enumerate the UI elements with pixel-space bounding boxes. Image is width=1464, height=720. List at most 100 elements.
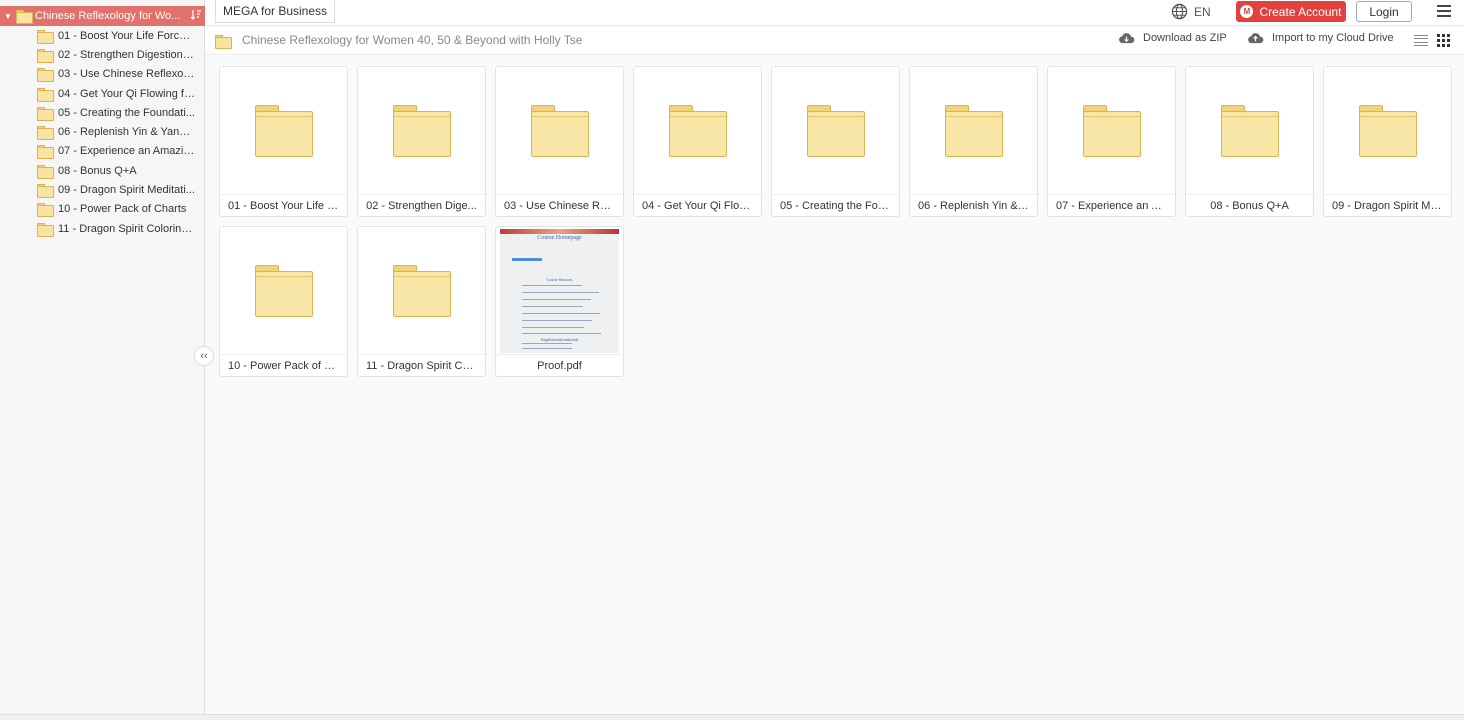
folder-icon [37, 29, 54, 44]
folder-icon [945, 105, 1003, 157]
item-name: 07 - Experience an A... [1048, 194, 1175, 216]
grid-view-icon[interactable] [1437, 34, 1450, 47]
tree-item-label: 10 - Power Pack of Charts [58, 203, 187, 216]
folder-card[interactable]: 08 - Bonus Q+A [1185, 66, 1314, 217]
tree-item-label: 01 - Boost Your Life Force f... [58, 29, 195, 42]
tree-item[interactable]: 09 - Dragon Spirit Meditati... [0, 180, 205, 199]
folder-icon [669, 105, 727, 157]
folder-icon [215, 35, 232, 49]
cloud-upload-icon [1248, 33, 1264, 44]
tree-item[interactable]: 10 - Power Pack of Charts [0, 200, 205, 219]
item-name-text: 04 - Get Your Qi Flow... [642, 199, 753, 212]
folder-icon [393, 105, 451, 157]
tree-item-label: 08 - Bonus Q+A [58, 164, 137, 177]
folder-card[interactable]: 03 - Use Chinese Refl... [495, 66, 624, 217]
folder-icon [255, 105, 313, 157]
globe-icon [1171, 3, 1188, 20]
sort-icon[interactable] [187, 9, 205, 23]
item-name: 10 - Power Pack of C... [220, 354, 347, 376]
folder-card[interactable]: 02 - Strengthen Dige... [357, 66, 486, 217]
language-selector[interactable]: EN [1171, 3, 1211, 20]
mega-logo-icon: M [1240, 5, 1254, 18]
item-name-text: 11 - Dragon Spirit Col... [366, 359, 477, 372]
folder-icon [807, 105, 865, 157]
folder-icon [37, 222, 54, 237]
list-view-icon[interactable] [1414, 35, 1428, 46]
file-card[interactable]: Course Homepage Course Sessions Supplement… [495, 226, 624, 377]
mega-business-tab[interactable]: MEGA for Business [215, 0, 335, 23]
item-name: 03 - Use Chinese Refl... [496, 194, 623, 216]
item-name-text: 09 - Dragon Spirit Me... [1332, 199, 1443, 212]
tree-item[interactable]: 07 - Experience an Amazin... [0, 142, 205, 161]
item-name: 02 - Strengthen Dige... [358, 194, 485, 216]
folder-card[interactable]: 11 - Dragon Spirit Col... [357, 226, 486, 377]
folder-card[interactable]: 09 - Dragon Spirit Me... [1323, 66, 1452, 217]
pdf-thumbnail: Course Homepage Course Sessions Supplement… [500, 229, 619, 353]
tree-item[interactable]: 08 - Bonus Q+A [0, 161, 205, 180]
folder-icon [37, 106, 54, 121]
item-name-text: 06 - Replenish Yin & Y... [918, 199, 1029, 212]
language-label: EN [1194, 4, 1211, 19]
tree-item[interactable]: 03 - Use Chinese Reflexolo... [0, 65, 205, 84]
hamburger-menu-icon[interactable] [1437, 5, 1451, 17]
item-name: Proof.pdf [496, 354, 623, 376]
folder-icon [37, 68, 54, 83]
tree-root-item[interactable]: ▼ Chinese Reflexology for Wo... [0, 6, 205, 26]
expand-arrow-icon[interactable]: ▼ [4, 12, 16, 21]
item-name: 01 - Boost Your Life F... [220, 194, 347, 216]
item-name: 08 - Bonus Q+A [1186, 194, 1313, 216]
folder-icon [37, 203, 54, 218]
path-bar: Chinese Reflexology for Women 40, 50 & B… [205, 27, 1464, 55]
item-name: 09 - Dragon Spirit Me... [1324, 194, 1451, 216]
tree-item-label: 11 - Dragon Spirit Coloring... [58, 222, 195, 235]
pdf-preview-title: Course Homepage [537, 235, 582, 241]
folder-card[interactable]: 04 - Get Your Qi Flow... [633, 66, 762, 217]
collapse-sidebar-button[interactable]: ‹‹ [194, 346, 214, 366]
create-account-button[interactable]: M Create Account [1236, 1, 1346, 22]
sidebar-tree: ▼ Chinese Reflexology for Wo... 01 - Boo… [0, 0, 205, 720]
tree-item[interactable]: 05 - Creating the Foundati... [0, 103, 205, 122]
tree-item-label: 06 - Replenish Yin & Yang E... [58, 126, 195, 139]
folder-icon [16, 10, 33, 24]
bottom-scrollbar [0, 714, 1464, 720]
tree-item-label: 05 - Creating the Foundati... [58, 106, 195, 119]
item-name: 04 - Get Your Qi Flow... [634, 194, 761, 216]
tree-root-label: Chinese Reflexology for Wo... [35, 10, 181, 22]
folder-title: Chinese Reflexology for Women 40, 50 & B… [242, 33, 583, 47]
item-name-text: 08 - Bonus Q+A [1210, 199, 1289, 212]
tree-item[interactable]: 01 - Boost Your Life Force f... [0, 26, 205, 45]
folder-card[interactable]: 05 - Creating the Fou... [771, 66, 900, 217]
item-name-text: 05 - Creating the Fou... [780, 199, 891, 212]
folder-card[interactable]: 01 - Boost Your Life F... [219, 66, 348, 217]
download-zip-button[interactable]: Download as ZIP [1118, 32, 1227, 44]
folder-card[interactable]: 07 - Experience an A... [1047, 66, 1176, 217]
item-name-text: 02 - Strengthen Dige... [366, 199, 477, 212]
login-button[interactable]: Login [1356, 1, 1412, 22]
tree-item-label: 07 - Experience an Amazin... [58, 145, 195, 158]
folder-icon [37, 145, 54, 160]
tree-item-label: 03 - Use Chinese Reflexolo... [58, 68, 195, 81]
folder-icon [37, 184, 54, 199]
folder-card[interactable]: 06 - Replenish Yin & Y... [909, 66, 1038, 217]
folder-icon [37, 48, 54, 63]
folder-icon [37, 164, 54, 179]
item-name-text: Proof.pdf [537, 359, 582, 372]
tree-list: 01 - Boost Your Life Force f... 02 - Stre… [0, 26, 205, 238]
tree-item[interactable]: 11 - Dragon Spirit Coloring... [0, 219, 205, 238]
folder-card[interactable]: 10 - Power Pack of C... [219, 226, 348, 377]
tree-item[interactable]: 02 - Strengthen Digestion f... [0, 45, 205, 64]
item-name: 05 - Creating the Fou... [772, 194, 899, 216]
tree-item[interactable]: 04 - Get Your Qi Flowing fo... [0, 84, 205, 103]
folder-icon [37, 87, 54, 102]
folder-icon [393, 265, 451, 317]
import-cloud-drive-button[interactable]: Import to my Cloud Drive [1247, 32, 1394, 44]
pdf-preview-section: Supplemental materials [540, 337, 579, 342]
folder-icon [1359, 105, 1417, 157]
tree-item-label: 02 - Strengthen Digestion f... [58, 48, 195, 61]
download-zip-label: Download as ZIP [1143, 32, 1227, 44]
item-name-text: 10 - Power Pack of C... [228, 359, 339, 372]
item-name: 06 - Replenish Yin & Y... [910, 194, 1037, 216]
tree-item[interactable]: 06 - Replenish Yin & Yang E... [0, 122, 205, 141]
tree-item-label: 09 - Dragon Spirit Meditati... [58, 184, 195, 197]
folder-icon [37, 126, 54, 141]
